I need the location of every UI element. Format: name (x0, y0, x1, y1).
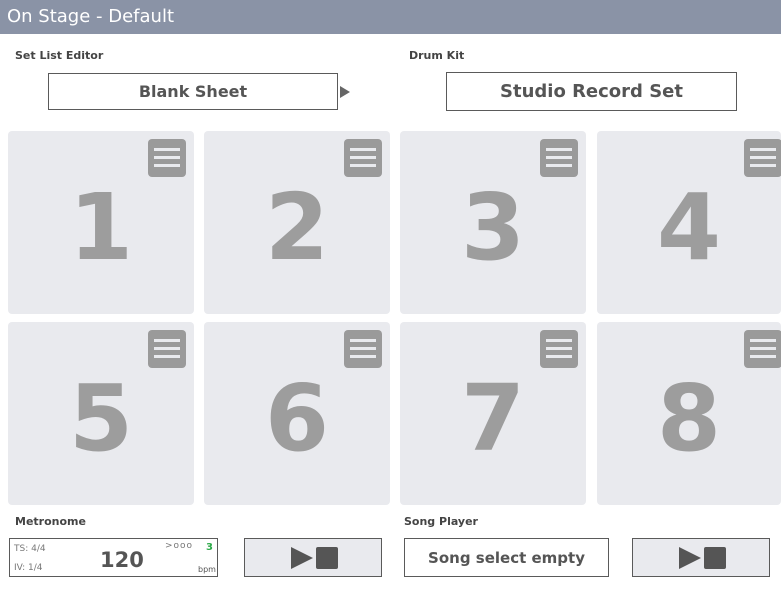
song-selector[interactable]: Song select empty (404, 538, 609, 577)
menu-icon[interactable] (148, 139, 186, 177)
pad-4[interactable]: 4 (597, 131, 781, 314)
stop-icon (316, 547, 338, 569)
metronome-label: Metronome (15, 515, 86, 528)
menu-icon[interactable] (344, 330, 382, 368)
play-arrow-icon[interactable] (340, 86, 350, 98)
stop-icon (704, 547, 726, 569)
menu-icon[interactable] (744, 330, 781, 368)
play-icon (291, 547, 313, 569)
window-title: On Stage - Default (0, 0, 781, 34)
metronome-play-stop-button[interactable] (244, 538, 382, 577)
beat-count: 3 (206, 542, 213, 553)
pad-3[interactable]: 3 (400, 131, 586, 314)
menu-icon[interactable] (148, 330, 186, 368)
tempo-value: 120 (100, 548, 144, 572)
menu-icon[interactable] (344, 139, 382, 177)
set-list-editor-label: Set List Editor (15, 49, 104, 62)
song-player-label: Song Player (404, 515, 478, 528)
pad-1[interactable]: 1 (8, 131, 194, 314)
pad-5[interactable]: 5 (8, 322, 194, 505)
play-icon (679, 547, 701, 569)
menu-icon[interactable] (540, 139, 578, 177)
time-signature: TS: 4/4 (14, 544, 46, 554)
pad-6[interactable]: 6 (204, 322, 390, 505)
pad-8[interactable]: 8 (597, 322, 781, 505)
song-play-stop-button[interactable] (632, 538, 770, 577)
menu-icon[interactable] (744, 139, 781, 177)
beat-indicator: >ooo (165, 541, 194, 551)
drum-kit-label: Drum Kit (409, 49, 465, 62)
interval: IV: 1/4 (14, 563, 43, 573)
drum-kit-selector[interactable]: Studio Record Set (446, 72, 737, 111)
bpm-unit: bpm (198, 565, 216, 574)
pad-7[interactable]: 7 (400, 322, 586, 505)
set-list-selector[interactable]: Blank Sheet (48, 73, 338, 110)
pad-2[interactable]: 2 (204, 131, 390, 314)
menu-icon[interactable] (540, 330, 578, 368)
metronome-display[interactable]: TS: 4/4 IV: 1/4 120 >ooo 3 bpm (9, 538, 218, 577)
